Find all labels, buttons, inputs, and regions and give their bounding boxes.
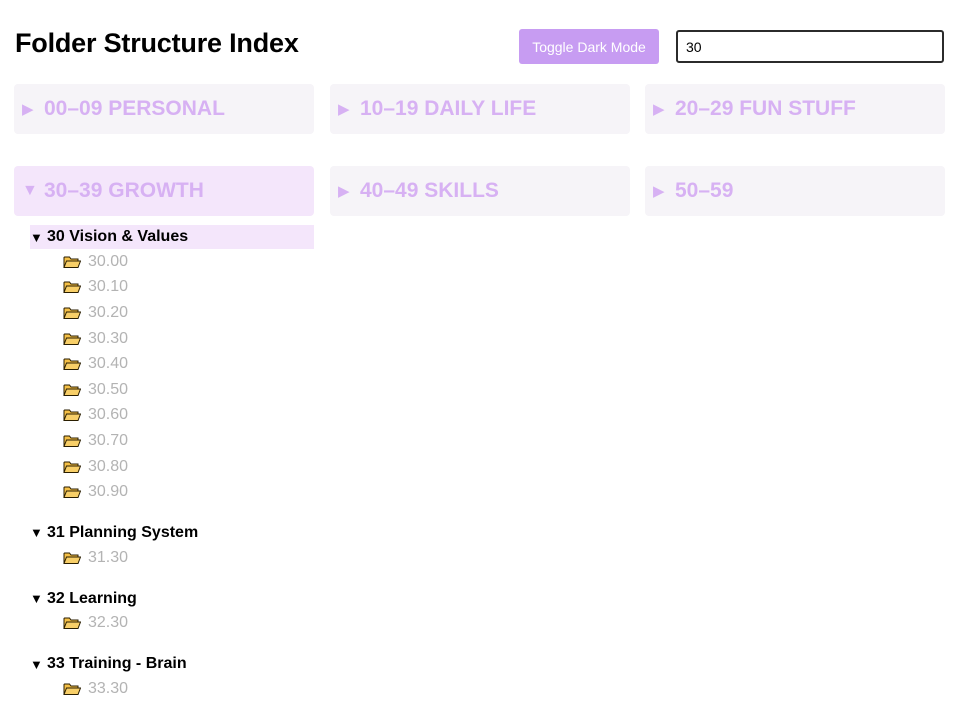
- folder-entry[interactable]: 30.40: [30, 351, 314, 377]
- folder-entry-label: 30.10: [88, 278, 129, 296]
- chevron-down-icon: ▼: [22, 182, 38, 199]
- folder-icon: [63, 383, 82, 397]
- folder-entry-label: 31.30: [88, 548, 129, 566]
- chevron-right-icon: ▶: [338, 183, 350, 200]
- tree-group: ▼ 31 Planning System 31.30: [30, 521, 314, 571]
- category-card-personal[interactable]: ▶ 00–09 PERSONAL: [14, 84, 314, 134]
- tree-group-title: 31 Planning System: [47, 523, 199, 541]
- folder-entry-label: 30.80: [88, 457, 129, 475]
- folder-entry-label: 30.00: [88, 252, 129, 270]
- folder-icon: [63, 332, 82, 346]
- category-card-daily-life[interactable]: ▶ 10–19 DAILY LIFE: [330, 84, 630, 134]
- folder-entry[interactable]: 30.50: [30, 377, 314, 403]
- category-label: 00–09 PERSONAL: [44, 97, 225, 120]
- chevron-right-icon: ▶: [22, 101, 34, 118]
- tree-group: ▼ 33 Training - Brain 33.30: [30, 652, 314, 702]
- folder-entry[interactable]: 30.80: [30, 454, 314, 480]
- folder-icon: [63, 255, 82, 269]
- toggle-dark-mode-button[interactable]: Toggle Dark Mode: [519, 29, 659, 64]
- tree-group-title: 33 Training - Brain: [47, 655, 187, 673]
- folder-entry-label: 30.70: [88, 431, 129, 449]
- category-card-growth[interactable]: ▼ 30–39 GROWTH: [14, 166, 314, 216]
- tree-group-header[interactable]: ▼ 33 Training - Brain: [30, 652, 314, 676]
- folder-entry-label: 32.30: [88, 614, 129, 632]
- category-label: 30–39 GROWTH: [44, 179, 204, 202]
- folder-entry[interactable]: 30.70: [30, 428, 314, 454]
- folder-entry[interactable]: 30.60: [30, 403, 314, 429]
- folder-entry-label: 30.60: [88, 406, 129, 424]
- tree-group-header[interactable]: ▼ 30 Vision & Values: [30, 225, 314, 249]
- folder-entry[interactable]: 33.30: [30, 676, 314, 702]
- tree-group-header[interactable]: ▼ 31 Planning System: [30, 521, 314, 545]
- folder-entry[interactable]: 30.00: [30, 249, 314, 275]
- folder-icon: [63, 551, 82, 565]
- folder-icon: [63, 434, 82, 448]
- chevron-down-icon: ▼: [30, 229, 43, 245]
- chevron-down-icon: ▼: [30, 525, 43, 541]
- category-card-50-59[interactable]: ▶ 50–59: [645, 166, 945, 216]
- chevron-down-icon: ▼: [30, 591, 43, 607]
- category-label: 20–29 FUN STUFF: [675, 97, 856, 120]
- folder-entry[interactable]: 30.10: [30, 275, 314, 301]
- page-title: Folder Structure Index: [15, 28, 299, 58]
- folder-entry[interactable]: 30.20: [30, 300, 314, 326]
- chevron-right-icon: ▶: [338, 101, 350, 118]
- chevron-right-icon: ▶: [653, 101, 665, 118]
- folder-icon: [63, 408, 82, 422]
- folder-entry[interactable]: 30.30: [30, 326, 314, 352]
- folder-icon: [63, 460, 82, 474]
- category-label: 10–19 DAILY LIFE: [360, 97, 537, 120]
- folder-icon: [63, 616, 82, 630]
- folder-entry[interactable]: 32.30: [30, 611, 314, 637]
- folder-entry-label: 30.40: [88, 355, 129, 373]
- folder-entry[interactable]: 30.90: [30, 479, 314, 505]
- tree-group-title: 30 Vision & Values: [47, 228, 189, 245]
- tree-group: ▼ 32 Learning 32.30: [30, 587, 314, 637]
- folder-entry-label: 33.30: [88, 679, 129, 697]
- chevron-right-icon: ▶: [653, 183, 665, 200]
- tree-group-title: 32 Learning: [47, 589, 137, 607]
- folder-icon: [63, 682, 82, 696]
- search-input[interactable]: [676, 30, 944, 63]
- folder-entry[interactable]: 31.30: [30, 545, 314, 571]
- folder-entry-label: 30.50: [88, 380, 129, 398]
- category-label: 40–49 SKILLS: [360, 179, 499, 202]
- category-card-skills[interactable]: ▶ 40–49 SKILLS: [330, 166, 630, 216]
- folder-icon: [63, 306, 82, 320]
- tree-group: ▼ 30 Vision & Values 30.00 30.10 30.20 30.30 3…: [30, 225, 314, 505]
- folder-icon: [63, 357, 82, 371]
- folder-icon: [63, 280, 82, 294]
- tree-group-header[interactable]: ▼ 32 Learning: [30, 587, 314, 611]
- chevron-down-icon: ▼: [30, 656, 43, 672]
- folder-entry-label: 30.90: [88, 483, 129, 501]
- folder-icon: [63, 485, 82, 499]
- folder-entry-label: 30.30: [88, 329, 129, 347]
- category-card-fun-stuff[interactable]: ▶ 20–29 FUN STUFF: [645, 84, 945, 134]
- category-label: 50–59: [675, 179, 734, 202]
- folder-tree: ▼ 30 Vision & Values 30.00 30.10 30.20 30.30 3…: [30, 225, 314, 718]
- folder-entry-label: 30.20: [88, 303, 129, 321]
